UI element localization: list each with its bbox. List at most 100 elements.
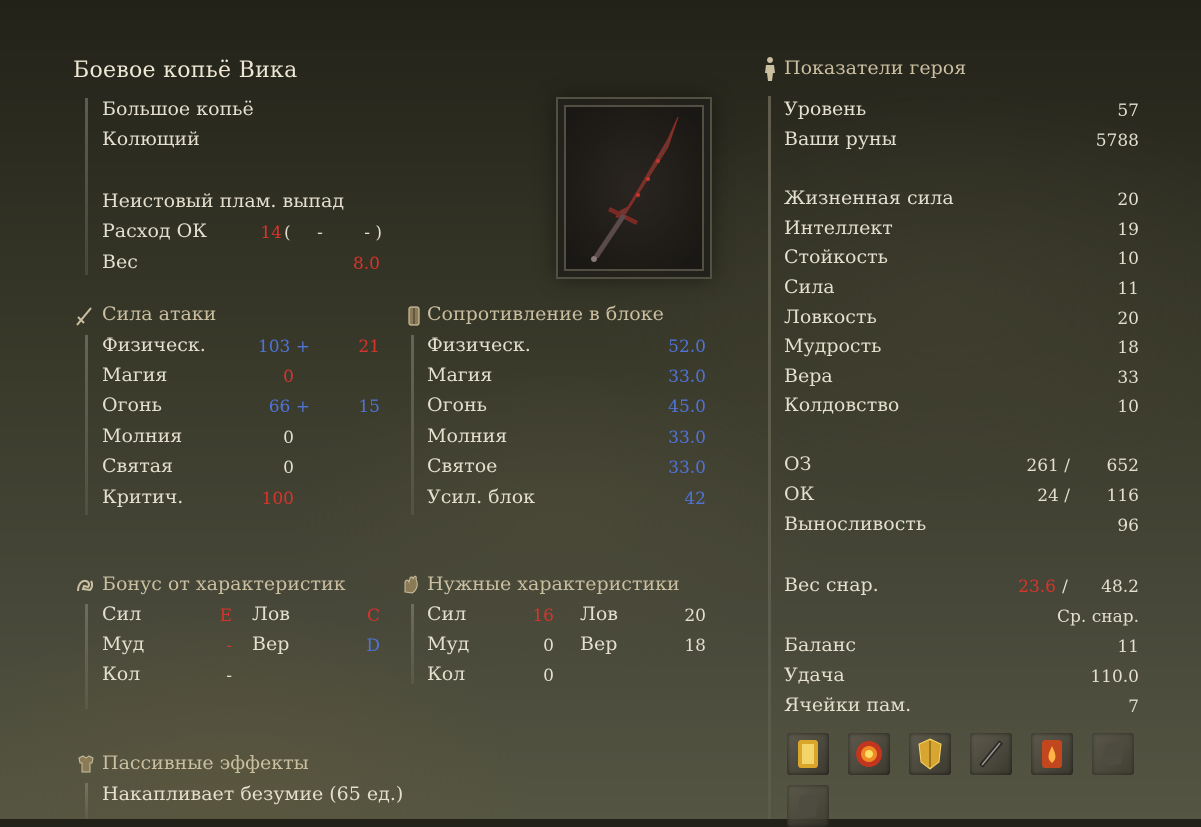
req-str-label: Сил [427, 603, 467, 625]
req-dex-value: 20 [684, 606, 706, 626]
attribute-value: 19 [1117, 220, 1139, 240]
req-arc-label: Кол [427, 663, 466, 685]
equip-load-slash: / [1062, 577, 1068, 597]
attack-power-title: Сила атаки [102, 303, 217, 325]
poise-value: 11 [1117, 637, 1139, 657]
memory-slots-value: 7 [1128, 697, 1139, 717]
divider [85, 98, 88, 275]
attribute-value: 11 [1117, 279, 1139, 299]
armor-icon [78, 755, 94, 773]
guard-row-label: Молния [427, 425, 508, 447]
fp-cost-dash: - [317, 223, 323, 243]
spell-slot-3[interactable] [909, 733, 951, 775]
damage-type: Колющий [102, 128, 200, 150]
weapon-name: Боевое копьё Вика [73, 58, 298, 83]
attribute-value: 10 [1117, 249, 1139, 269]
attack-row-label: Критич. [102, 486, 184, 508]
attribute-value: 20 [1117, 190, 1139, 210]
equip-load-label: Вес снар. [784, 574, 879, 596]
attribute-label: Мудрость [784, 335, 882, 357]
guard-row-value: 45.0 [668, 397, 706, 417]
attribute-label: Колдовство [784, 394, 900, 416]
equip-load-max: 48.2 [1101, 577, 1139, 597]
scaling-fai-label: Вер [252, 633, 290, 655]
req-int-label: Муд [427, 633, 470, 655]
discovery-value: 110.0 [1090, 667, 1139, 687]
attack-row-label: Физическ. [102, 334, 206, 356]
attribute-value: 10 [1117, 397, 1139, 417]
guard-row-label: Магия [427, 364, 493, 386]
attack-row-label: Молния [102, 425, 183, 447]
scaling-fai-value: D [366, 636, 380, 656]
discovery-label: Удача [784, 664, 845, 686]
fire-explosion-icon [856, 741, 882, 767]
poise-label: Баланс [784, 634, 856, 656]
attack-row-bonus: 15 [358, 397, 380, 417]
sword-icon [76, 307, 92, 326]
req-fai-label: Вер [580, 633, 618, 655]
attribute-value: 33 [1117, 368, 1139, 388]
attack-row-base: 103 + [257, 337, 310, 357]
fp-max: 116 [1106, 486, 1139, 506]
fp-current: 24 / [1037, 486, 1070, 506]
weapon-skill: Неистовый плам. выпад [102, 190, 345, 212]
attack-row-base: 0 [283, 367, 294, 387]
golden-vow-scroll-icon [798, 740, 818, 768]
black-blade-icon [979, 740, 1003, 768]
attribute-label: Интеллект [784, 217, 893, 239]
divider [768, 96, 771, 819]
scaling-arc-value: - [226, 666, 232, 686]
weight-label: Вес [102, 251, 138, 273]
spell-slot-4[interactable] [970, 733, 1012, 775]
spell-slot-6[interactable] [1092, 733, 1134, 775]
guard-row-value: 52.0 [668, 337, 706, 357]
attack-row-label: Огонь [102, 394, 162, 416]
attack-row-label: Магия [102, 364, 168, 386]
equip-load-class: Ср. снар. [1057, 607, 1139, 627]
hp-label: ОЗ [784, 453, 812, 475]
level-label: Уровень [784, 98, 867, 120]
divider [411, 335, 414, 515]
stamina-value: 96 [1117, 516, 1139, 536]
runes-value: 5788 [1095, 131, 1139, 151]
requirements-title: Нужные характеристики [427, 573, 680, 595]
attack-row-base: 0 [283, 428, 294, 448]
hp-current: 261 / [1026, 456, 1070, 476]
req-int-value: 0 [543, 636, 554, 656]
scaling-int-label: Муд [102, 633, 145, 655]
guard-row-label: Святое [427, 455, 498, 477]
spell-slot-1[interactable] [787, 733, 829, 775]
spell-slot-5[interactable] [1031, 733, 1073, 775]
hp-max: 652 [1106, 456, 1139, 476]
attack-row-bonus: 21 [358, 337, 380, 357]
divider [85, 335, 88, 515]
guard-row-label: Усил. блок [427, 486, 536, 508]
spell-slot-2[interactable] [848, 733, 890, 775]
passive-effect-text: Накапливает безумие (65 ед.) [102, 783, 404, 805]
weight-value: 8.0 [352, 254, 380, 274]
memory-slots-label: Ячейки пам. [784, 694, 912, 716]
attribute-label: Стойкость [784, 246, 888, 268]
guard-title: Сопротивление в блоке [427, 303, 664, 325]
hero-stats-title: Показатели героя [784, 57, 967, 79]
divider [85, 604, 88, 709]
shield-icon [408, 306, 420, 326]
fp-cost-paren: ( [284, 223, 291, 243]
attack-row-label: Святая [102, 455, 174, 477]
fp-cost-value: 14 [260, 223, 282, 243]
attack-row-base: 0 [283, 458, 294, 478]
divider [85, 783, 88, 819]
attribute-label: Жизненная сила [784, 187, 954, 209]
req-fai-value: 18 [684, 636, 706, 656]
req-str-value: 16 [532, 606, 554, 626]
scaling-str-value: E [219, 606, 232, 626]
scaling-int-value: - [226, 636, 232, 656]
spell-slot-7[interactable] [787, 785, 829, 827]
attribute-value: 20 [1117, 309, 1139, 329]
empty-slot-icon [1103, 742, 1123, 766]
guard-row-label: Огонь [427, 394, 487, 416]
level-value: 57 [1117, 101, 1139, 121]
req-dex-label: Лов [580, 603, 618, 625]
scaling-dex-value: C [366, 606, 380, 626]
character-icon [765, 57, 775, 81]
